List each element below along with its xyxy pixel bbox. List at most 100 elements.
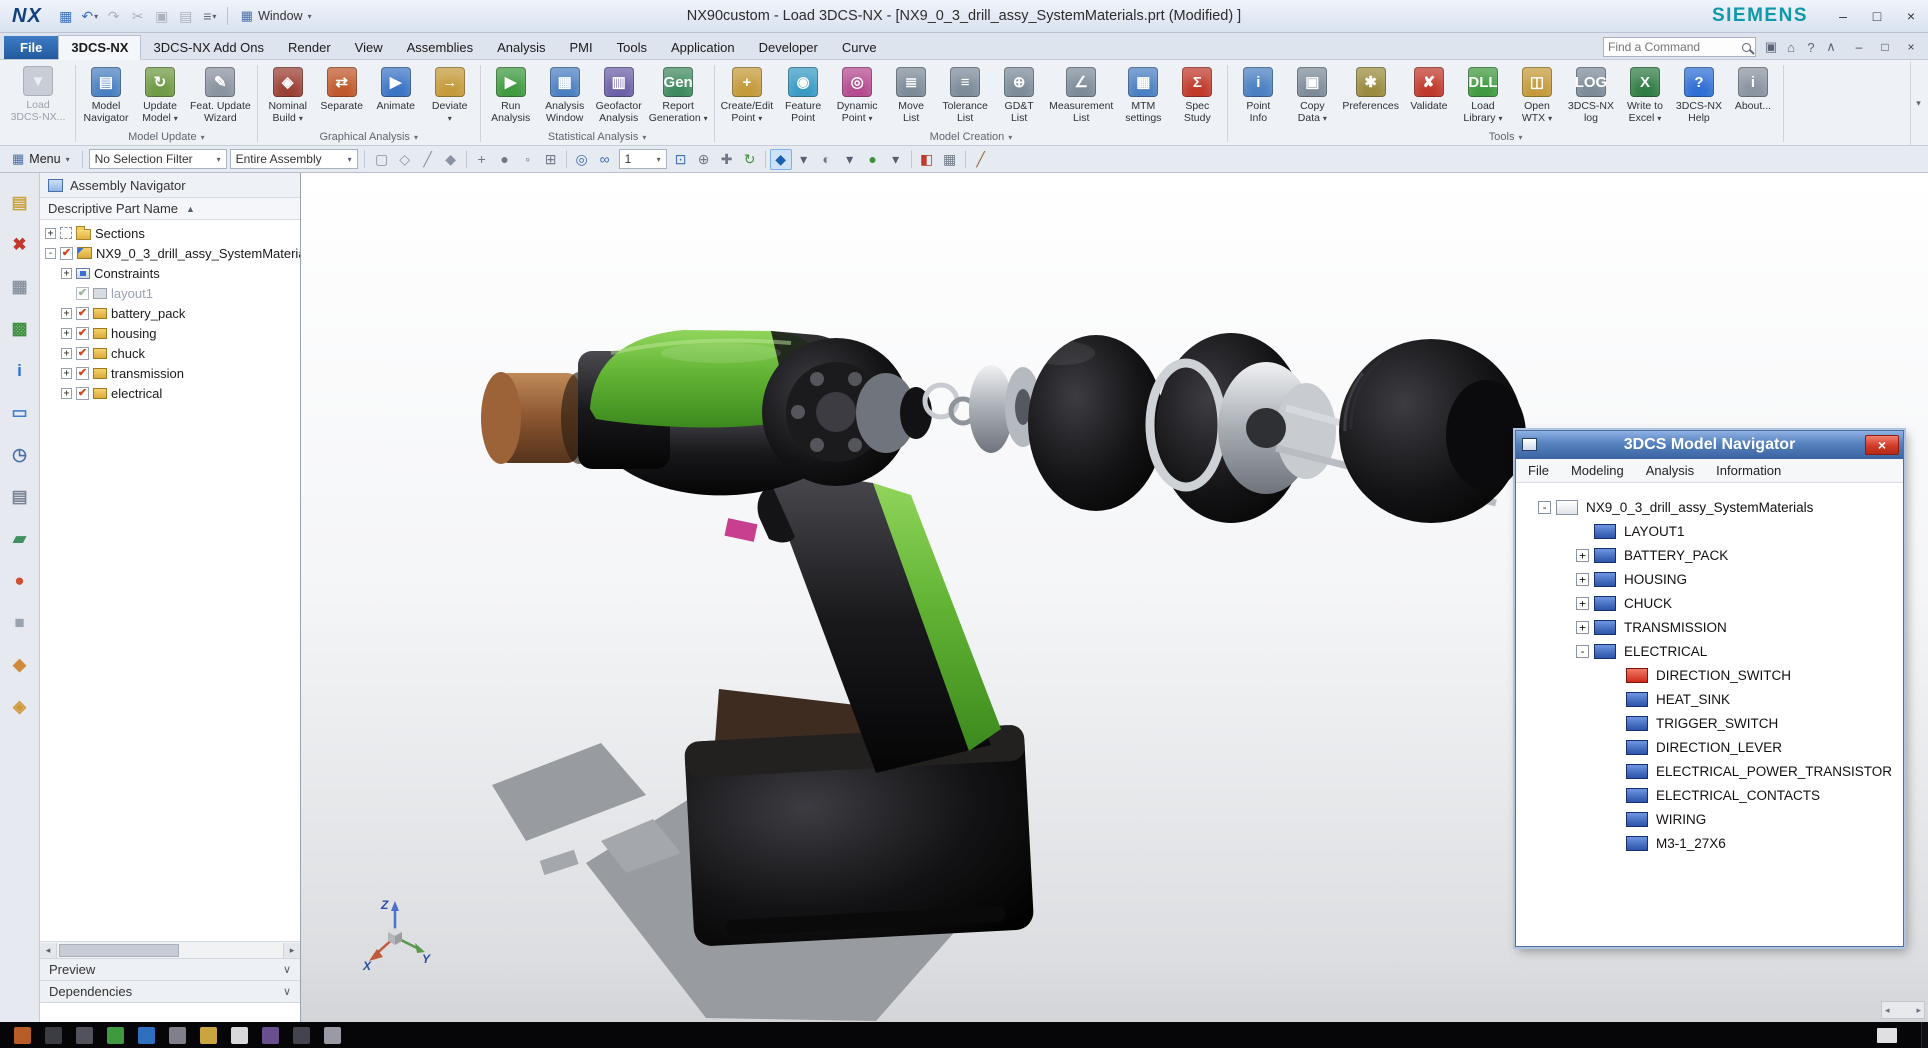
scroll-right-arrow[interactable]: ▸ (1916, 1005, 1921, 1016)
horizontal-scrollbar[interactable]: ◂ ▸ (40, 941, 300, 958)
group-gallery-arrow-icon[interactable]: ▾ (201, 133, 205, 142)
toolbar-icon[interactable]: ● (494, 149, 516, 170)
taskbar-item[interactable] (138, 1027, 155, 1044)
ribbon-button[interactable]: DLL Load Library ▾ (1456, 63, 1510, 125)
ribbon-button[interactable]: + Create/Edit Point ▾ (718, 63, 777, 125)
ribbon-button[interactable]: ▶ Run Analysis (484, 63, 538, 124)
expand-toggle[interactable]: - (1576, 645, 1589, 658)
visibility-checkbox[interactable]: ✔ (76, 327, 89, 340)
resource-bar-icon[interactable]: i (8, 359, 32, 383)
expand-toggle[interactable]: + (61, 308, 72, 319)
ribbon-button[interactable]: ▥ Geofactor Analysis (592, 63, 646, 124)
ribbon-button[interactable]: ◎ Dynamic Point ▾ (830, 63, 884, 125)
group-gallery-arrow-icon[interactable]: ▾ (642, 133, 646, 142)
taskbar-item[interactable] (231, 1027, 248, 1044)
child-window-control-button[interactable]: □ (1872, 38, 1898, 56)
close-button[interactable]: × (1865, 435, 1899, 455)
toolbar-icon[interactable]: ▾ (839, 149, 861, 170)
assembly-tree-row[interactable]: + ✔ electrical (40, 383, 300, 403)
tab-bar-icon[interactable]: ⌂ (1781, 37, 1801, 57)
model-tree-row[interactable]: ELECTRICAL_CONTACTS (1516, 783, 1903, 807)
child-window-control-button[interactable]: × (1898, 38, 1924, 56)
resource-bar-icon[interactable]: ▤ (8, 485, 32, 509)
model-tree-row[interactable]: DIRECTION_LEVER (1516, 735, 1903, 759)
expand-toggle[interactable]: + (61, 368, 72, 379)
menu-item[interactable]: File (1528, 463, 1549, 478)
model-tree-row[interactable]: + TRANSMISSION (1516, 615, 1903, 639)
dropdown-arrow-icon[interactable]: ▾ (174, 114, 178, 123)
window-control-button[interactable]: × (1894, 4, 1928, 28)
expand-toggle[interactable]: - (1538, 501, 1551, 514)
dropdown-arrow-icon[interactable]: ▾ (94, 12, 98, 21)
expand-toggle[interactable]: + (45, 228, 56, 239)
ribbon-button[interactable]: i Point Info (1231, 63, 1285, 124)
toolbar-icon[interactable]: ↻ (739, 149, 761, 170)
toolbar-icon[interactable]: ◆ (440, 149, 462, 170)
model-tree-row[interactable]: LAYOUT1 (1516, 519, 1903, 543)
selection-filter-select[interactable]: No Selection Filter ▾ (89, 149, 227, 169)
resource-bar-icon[interactable]: ▭ (8, 401, 32, 425)
resource-bar-icon[interactable]: ▩ (8, 317, 32, 341)
viewport-scrollbar[interactable]: ◂ ▸ (1881, 1001, 1925, 1019)
toolbar-icon[interactable]: ◧ (916, 149, 938, 170)
dropdown-arrow-icon[interactable]: ▾ (1657, 114, 1661, 123)
window-control-button[interactable]: □ (1860, 4, 1894, 28)
taskbar-item[interactable] (169, 1027, 186, 1044)
window-menu-button[interactable]: ▦ Window ▾ (233, 8, 320, 24)
taskbar-item[interactable] (45, 1027, 62, 1044)
toolbar-icon[interactable]: ∞ (594, 149, 616, 170)
ribbon-button[interactable]: ↻ Update Model ▾ (133, 63, 187, 125)
scroll-left-arrow[interactable]: ◂ (40, 943, 57, 958)
column-header-descriptive-part-name[interactable]: Descriptive Part Name ▲ (40, 198, 300, 220)
toolbar-icon[interactable]: ⊕ (693, 149, 715, 170)
ribbon-button[interactable]: ◈ Nominal Build ▾ (261, 63, 315, 125)
ribbon-tab[interactable]: 3DCS-NX (58, 35, 141, 60)
group-gallery-arrow-icon[interactable]: ▾ (414, 133, 418, 142)
show-desktop-button[interactable] (1921, 1022, 1928, 1048)
taskbar-item[interactable] (200, 1027, 217, 1044)
quick-access-button[interactable]: ↷ (102, 5, 126, 27)
dropdown-arrow-icon[interactable]: ▾ (299, 114, 303, 123)
taskbar-item[interactable] (107, 1027, 124, 1044)
toolbar-icon[interactable]: ⊞ (540, 149, 562, 170)
ribbon-button[interactable]: Σ Spec Study (1170, 63, 1224, 124)
visibility-checkbox[interactable]: ✔ (76, 287, 89, 300)
toolbar-icon[interactable]: ▢ (371, 149, 393, 170)
ribbon-button[interactable]: ? 3DCS-NX Help (1672, 63, 1726, 124)
expand-toggle[interactable]: + (1576, 597, 1589, 610)
assembly-tree-row[interactable]: + ✔ chuck (40, 343, 300, 363)
dropdown-arrow-icon[interactable]: ▾ (869, 114, 873, 123)
menu-item[interactable]: Information (1716, 463, 1781, 478)
dropdown-arrow-icon[interactable]: ▾ (1323, 114, 1327, 123)
model-tree-row[interactable]: HEAT_SINK (1516, 687, 1903, 711)
visibility-checkbox[interactable]: ✔ (76, 367, 89, 380)
tab-bar-icon[interactable]: ▣ (1761, 37, 1781, 57)
menu-item[interactable]: Analysis (1646, 463, 1694, 478)
ribbon-button[interactable]: ▣ Copy Data ▾ (1285, 63, 1339, 125)
visibility-checkbox[interactable]: ✔ (76, 347, 89, 360)
assembly-tree-row[interactable]: ✔ layout1 (40, 283, 300, 303)
assembly-tree-row[interactable]: + ✔ housing (40, 323, 300, 343)
quick-access-button[interactable]: ▣ (150, 5, 174, 27)
dropdown-arrow-icon[interactable]: ▾ (448, 114, 452, 123)
dropdown-arrow-icon[interactable]: ▾ (1498, 114, 1502, 123)
ribbon-tab[interactable]: Application (659, 36, 747, 59)
ribbon-tab[interactable]: Render (276, 36, 343, 59)
expand-toggle[interactable]: + (61, 348, 72, 359)
tray-icon[interactable] (1877, 1028, 1897, 1043)
ribbon-button[interactable]: ✘ Validate (1402, 63, 1456, 112)
ribbon-button[interactable]: ⊕ GD&T List (992, 63, 1046, 124)
orientation-triad[interactable]: Z X Y (361, 895, 433, 973)
assembly-tree-row[interactable]: + Sections (40, 223, 300, 243)
toolbar-icon[interactable]: ⊡ (670, 149, 692, 170)
selection-scope-select[interactable]: Entire Assembly ▾ (230, 149, 358, 169)
ribbon-button[interactable]: ▦ MTM settings (1116, 63, 1170, 124)
collapsible-panel-header[interactable]: Dependencies ∨ (40, 980, 300, 1002)
model-tree-row[interactable]: WIRING (1516, 807, 1903, 831)
ribbon-tab[interactable]: Developer (747, 36, 830, 59)
ribbon-button[interactable]: X Write to Excel ▾ (1618, 63, 1672, 125)
ribbon-overflow-button[interactable]: ▾ (1910, 62, 1926, 145)
ribbon-button[interactable]: ✱ Preferences (1339, 63, 1402, 112)
resource-bar-icon[interactable]: ■ (8, 611, 32, 635)
expand-toggle[interactable]: + (1576, 621, 1589, 634)
